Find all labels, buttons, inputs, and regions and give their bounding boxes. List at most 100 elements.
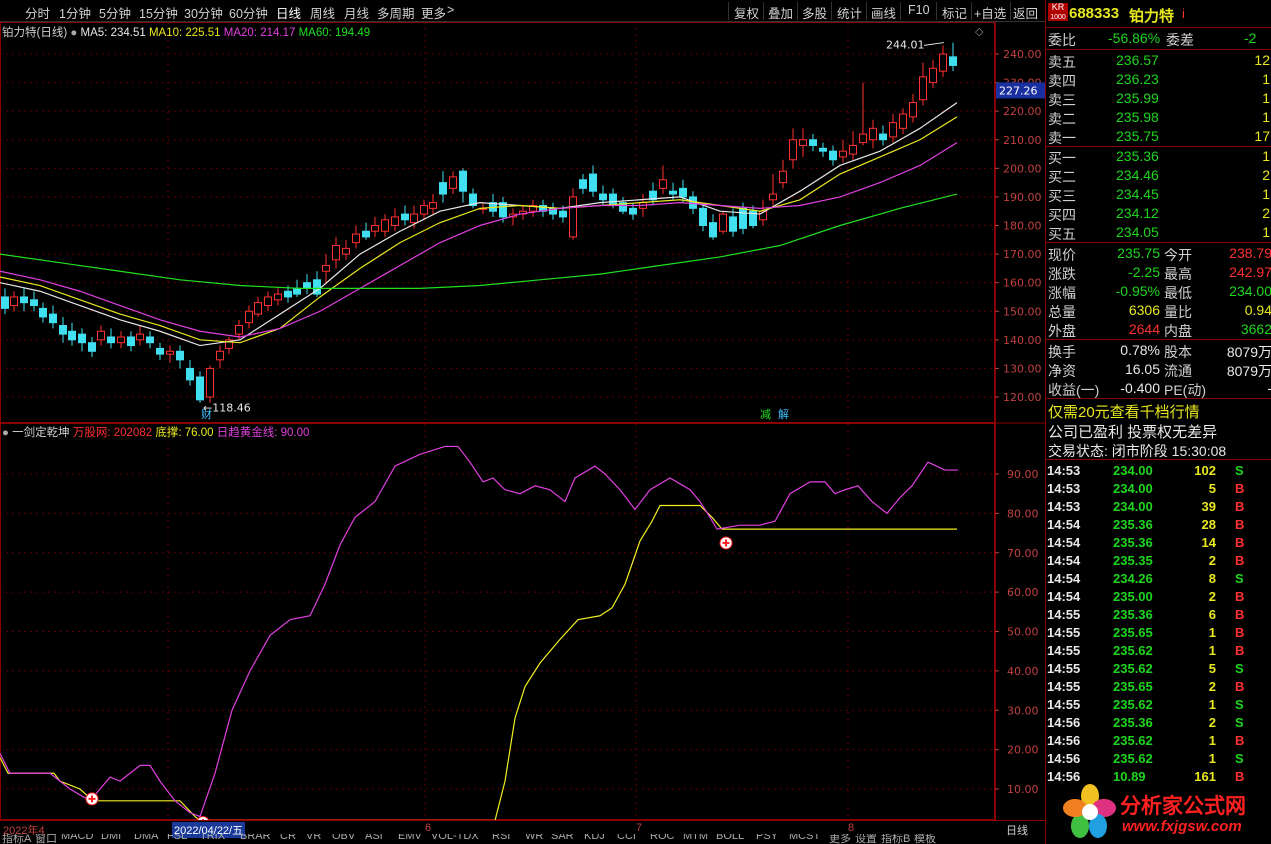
kline-chart[interactable]: 244.01←118.46财减解 [0, 22, 995, 820]
button-add-watchlist[interactable]: +自选 [974, 3, 1006, 22]
indicator-tab[interactable]: FSL [167, 834, 187, 842]
tag-unlock[interactable]: 解 [778, 407, 789, 421]
indicator-tab[interactable]: BRAR [240, 834, 271, 842]
indicator-tab[interactable]: DMI [101, 834, 121, 842]
tab-multi-period[interactable]: 多周期 [377, 3, 415, 22]
candle-down [829, 150, 837, 161]
candle-up [274, 293, 282, 301]
tab-monthly[interactable]: 月线 [344, 3, 369, 22]
notice-row: 公司已盈利 投票权无差异 [1046, 420, 1271, 441]
indicator-tab[interactable]: ROC [650, 834, 674, 842]
indicator-tab[interactable]: EMV [398, 834, 422, 842]
button-f10[interactable]: F10 [908, 3, 930, 17]
tick-time: 14:53 [1047, 463, 1081, 478]
ask-price: 235.99 [1116, 90, 1159, 106]
indicator-tab[interactable]: 模板 [914, 834, 936, 844]
candle-down [629, 207, 637, 215]
status-row: 交易状态: 闭市阶段 15:30:08 [1046, 440, 1271, 459]
button-mark[interactable]: 标记 [942, 3, 967, 22]
indicator-tab[interactable]: OBV [332, 834, 355, 842]
indicator-tab[interactable]: CCI [617, 834, 636, 842]
stat-label: 量比 [1164, 304, 1192, 320]
indicator-tab[interactable]: BOLL [716, 834, 744, 842]
stat-value: 238.79 [1229, 245, 1271, 261]
stat-value: 242.97 [1229, 264, 1271, 280]
tick-row: 14:54 235.36 28 B [1045, 516, 1271, 534]
tab-15min[interactable]: 15分钟 [139, 3, 178, 22]
indicator-tab[interactable]: 指标B [881, 834, 910, 844]
tab-60min[interactable]: 60分钟 [229, 3, 268, 22]
promo-row[interactable]: 仅需20元查看千档行情 [1046, 400, 1271, 422]
bid-price: 234.45 [1116, 186, 1159, 202]
indicator-tab[interactable]: TRIX [200, 834, 225, 842]
indicator-tab[interactable]: DMA [134, 834, 158, 842]
price-tick-label: 150.00 [1003, 305, 1042, 318]
button-overlay[interactable]: 叠加 [768, 3, 793, 22]
button-draw-line[interactable]: 画线 [871, 3, 896, 22]
candle-up [659, 179, 667, 189]
indicator-tab[interactable]: SAR [551, 834, 574, 842]
stock-period-label: 铂力特(日线) [2, 27, 68, 39]
candle-down [196, 376, 204, 401]
candle-down [284, 290, 292, 298]
indicator-tab[interactable]: WR [525, 834, 543, 842]
indicator-tick-label: 90.00 [1007, 468, 1039, 481]
candle-down [39, 307, 47, 318]
tab-more[interactable]: 更多 [421, 3, 446, 22]
tick-price: 234.00 [1113, 463, 1153, 478]
candle-up [569, 196, 577, 238]
candle-down [949, 56, 957, 66]
indicator-tab[interactable]: MACD [61, 834, 93, 842]
indicator-tab[interactable]: KDJ [584, 834, 605, 842]
tick-time: 14:53 [1047, 499, 1081, 514]
flower-logo-icon [1063, 784, 1116, 838]
indicator-tab[interactable]: RSI [492, 834, 510, 842]
stat-value: -0.400 [1120, 380, 1160, 396]
tab-weekly[interactable]: 周线 [310, 3, 335, 22]
indicator-tick-label: 80.00 [1007, 507, 1039, 520]
indicator-tab[interactable]: PSY [756, 834, 778, 842]
stat-value: -2.25 [1128, 264, 1160, 280]
tab-daily[interactable]: 日线 [276, 3, 301, 22]
diamond-icon[interactable]: ◇ [975, 25, 983, 38]
indicator-tab[interactable]: MCST [789, 834, 820, 842]
settings-circle-icon[interactable]: ● [2, 427, 9, 439]
indicator-tab[interactable]: VR [306, 834, 321, 842]
price-tick-label: 140.00 [1003, 334, 1042, 347]
indicator-tab[interactable]: 设置 [855, 834, 877, 844]
ma20-line [0, 142, 958, 338]
ask-volume: 1 [1262, 90, 1270, 106]
candle-up [929, 67, 937, 84]
tick-direction: B [1235, 733, 1245, 748]
candle-down [729, 216, 737, 232]
indicator-tab[interactable]: CR [280, 834, 296, 842]
tick-volume: 2 [1208, 589, 1216, 604]
promo-text[interactable]: 仅需20元查看千档行情 [1048, 401, 1200, 422]
indicator-tab[interactable]: 指标A [2, 834, 31, 844]
button-multi-stock[interactable]: 多股 [802, 3, 827, 22]
chevron-right-icon[interactable]: > [447, 3, 454, 17]
info-flag[interactable]: i [1182, 6, 1185, 21]
button-stats[interactable]: 统计 [837, 3, 862, 22]
price-tick-label: 160.00 [1003, 277, 1042, 290]
tab-5min[interactable]: 5分钟 [99, 3, 131, 22]
indicator-tab[interactable]: VOL-TDX [431, 834, 479, 842]
indicator-tab[interactable]: MTM [683, 834, 708, 842]
notice-text: 公司已盈利 投票权无差异 [1048, 424, 1218, 441]
tick-direction: B [1235, 679, 1245, 694]
candle-up [332, 245, 340, 261]
stat-label: 净资 [1048, 363, 1076, 379]
tab-1min[interactable]: 1分钟 [59, 3, 91, 22]
indicator-tab[interactable]: 窗口 [35, 834, 57, 844]
settings-circle-icon[interactable]: ● [70, 27, 77, 39]
candle-up [849, 144, 857, 155]
tab-fenshi[interactable]: 分时 [25, 3, 50, 22]
tag-finance[interactable]: 财 [201, 407, 212, 421]
indicator-tab[interactable]: 更多 [829, 834, 851, 844]
button-back[interactable]: 返回 [1013, 3, 1038, 22]
button-adjust[interactable]: 复权 [734, 3, 759, 22]
tag-reduce[interactable]: 减 [760, 408, 771, 421]
date-label: 6 [425, 822, 432, 834]
indicator-tab[interactable]: ASI [365, 834, 383, 842]
tab-30min[interactable]: 30分钟 [184, 3, 223, 22]
